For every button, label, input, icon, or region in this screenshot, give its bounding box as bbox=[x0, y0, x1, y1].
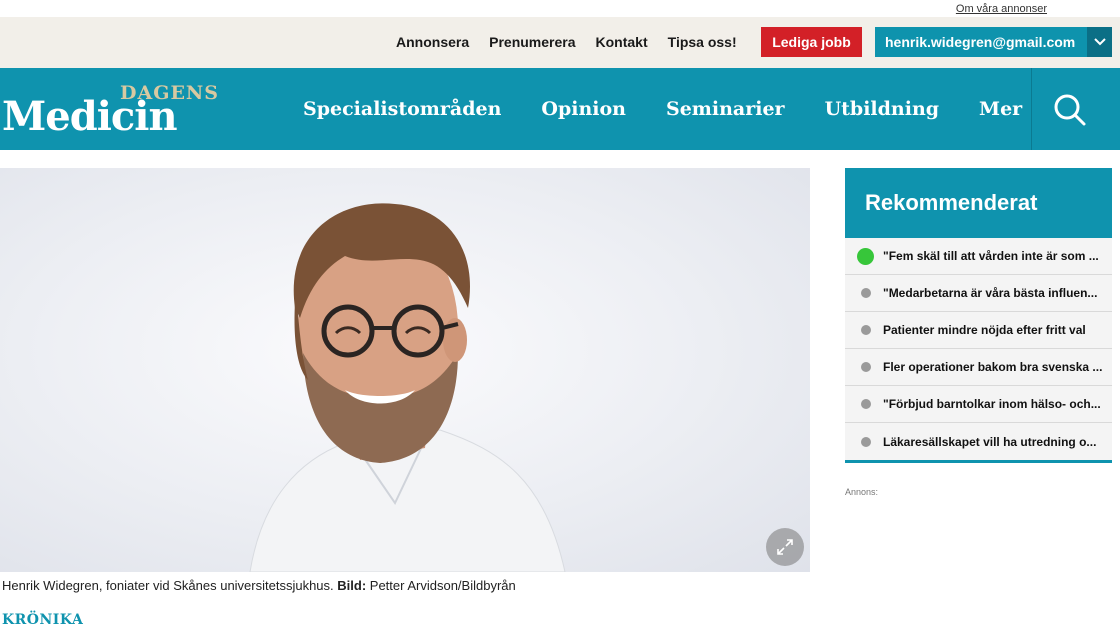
jobs-button[interactable]: Lediga jobb bbox=[761, 27, 862, 57]
tip-link[interactable]: Tipsa oss! bbox=[668, 34, 737, 50]
contact-link[interactable]: Kontakt bbox=[596, 34, 648, 50]
caption-credit: Petter Arvidson/Bildbyrån bbox=[366, 578, 516, 593]
bullet-icon bbox=[861, 288, 871, 298]
utility-links: Annonsera Prenumerera Kontakt Tipsa oss! bbox=[396, 34, 737, 50]
nav-menu: Specialistområden Opinion Seminarier Utb… bbox=[303, 98, 1062, 120]
recommended-item[interactable]: "Medarbetarna är våra bästa influen... bbox=[845, 275, 1112, 312]
user-account-button[interactable]: henrik.widegren@gmail.com bbox=[875, 27, 1087, 57]
recommended-item[interactable]: Fler operationer bakom bra svenska ... bbox=[845, 349, 1112, 386]
image-caption: Henrik Widegren, foniater vid Skånes uni… bbox=[2, 578, 516, 593]
recommended-item[interactable]: Patienter mindre nöjda efter fritt val bbox=[845, 312, 1112, 349]
chevron-down-icon[interactable] bbox=[1087, 27, 1112, 57]
recommended-item-label: "Medarbetarna är våra bästa influen... bbox=[883, 286, 1098, 300]
ad-label: Annons: bbox=[845, 487, 879, 497]
recommended-item-label: Läkaresällskapet vill ha utredning o... bbox=[883, 434, 1097, 449]
recommended-title: Rekommenderat bbox=[865, 190, 1038, 215]
ad-info-link[interactable]: Om våra annonser bbox=[956, 3, 1047, 15]
article-category: KRÖNIKA bbox=[2, 612, 84, 628]
recommended-item-label: Patienter mindre nöjda efter fritt val bbox=[883, 323, 1086, 337]
bullet-icon bbox=[861, 436, 871, 447]
search-icon[interactable] bbox=[1050, 90, 1090, 130]
recommended-item-label: Fler operationer bakom bra svenska ... bbox=[883, 360, 1103, 374]
recommended-widget: Rekommenderat "Fem skäl till att vården … bbox=[845, 168, 1112, 466]
page: Om våra annonser Annonsera Prenumerera K… bbox=[0, 0, 1120, 630]
nav-item-more[interactable]: Mer bbox=[979, 98, 1022, 120]
nav-item-opinion[interactable]: Opinion bbox=[541, 98, 626, 120]
main-nav: DAGENS Medicin Specialistområden Opinion… bbox=[0, 68, 1120, 150]
caption-text: Henrik Widegren, foniater vid Skånes uni… bbox=[2, 578, 338, 593]
site-logo[interactable]: DAGENS Medicin bbox=[0, 78, 230, 140]
advertise-link[interactable]: Annonsera bbox=[396, 34, 469, 50]
nav-divider bbox=[1031, 68, 1032, 150]
subscribe-link[interactable]: Prenumerera bbox=[489, 34, 575, 50]
nav-item-education[interactable]: Utbildning bbox=[825, 98, 939, 120]
recommended-list: "Fem skäl till att vården inte är som ..… bbox=[845, 238, 1112, 463]
recommended-item[interactable]: "Förbjud barntolkar inom hälso- och... bbox=[845, 386, 1112, 423]
recommended-item[interactable]: Läkaresällskapet vill ha utredning o... bbox=[845, 423, 1112, 460]
recommended-header: Rekommenderat bbox=[845, 168, 1112, 238]
recommended-item-label: "Fem skäl till att vården inte är som ..… bbox=[883, 249, 1099, 263]
portrait-illustration bbox=[249, 203, 566, 572]
logo-main-text: Medicin bbox=[2, 93, 178, 140]
recommended-item-label: "Förbjud barntolkar inom hälso- och... bbox=[883, 397, 1101, 411]
caption-credit-label: Bild: bbox=[337, 578, 367, 593]
nav-item-specialties[interactable]: Specialistområden bbox=[303, 98, 501, 120]
expand-icon[interactable] bbox=[766, 528, 804, 566]
hero-image bbox=[0, 168, 810, 572]
bullet-icon bbox=[861, 325, 871, 335]
live-dot-icon bbox=[857, 247, 874, 265]
utility-bar: Annonsera Prenumerera Kontakt Tipsa oss!… bbox=[0, 17, 1120, 68]
recommended-item[interactable]: "Fem skäl till att vården inte är som ..… bbox=[845, 238, 1112, 275]
bullet-icon bbox=[861, 399, 871, 409]
top-notice-bar: Om våra annonser bbox=[0, 0, 1120, 17]
bullet-icon bbox=[861, 362, 871, 372]
nav-item-seminars[interactable]: Seminarier bbox=[666, 98, 785, 120]
